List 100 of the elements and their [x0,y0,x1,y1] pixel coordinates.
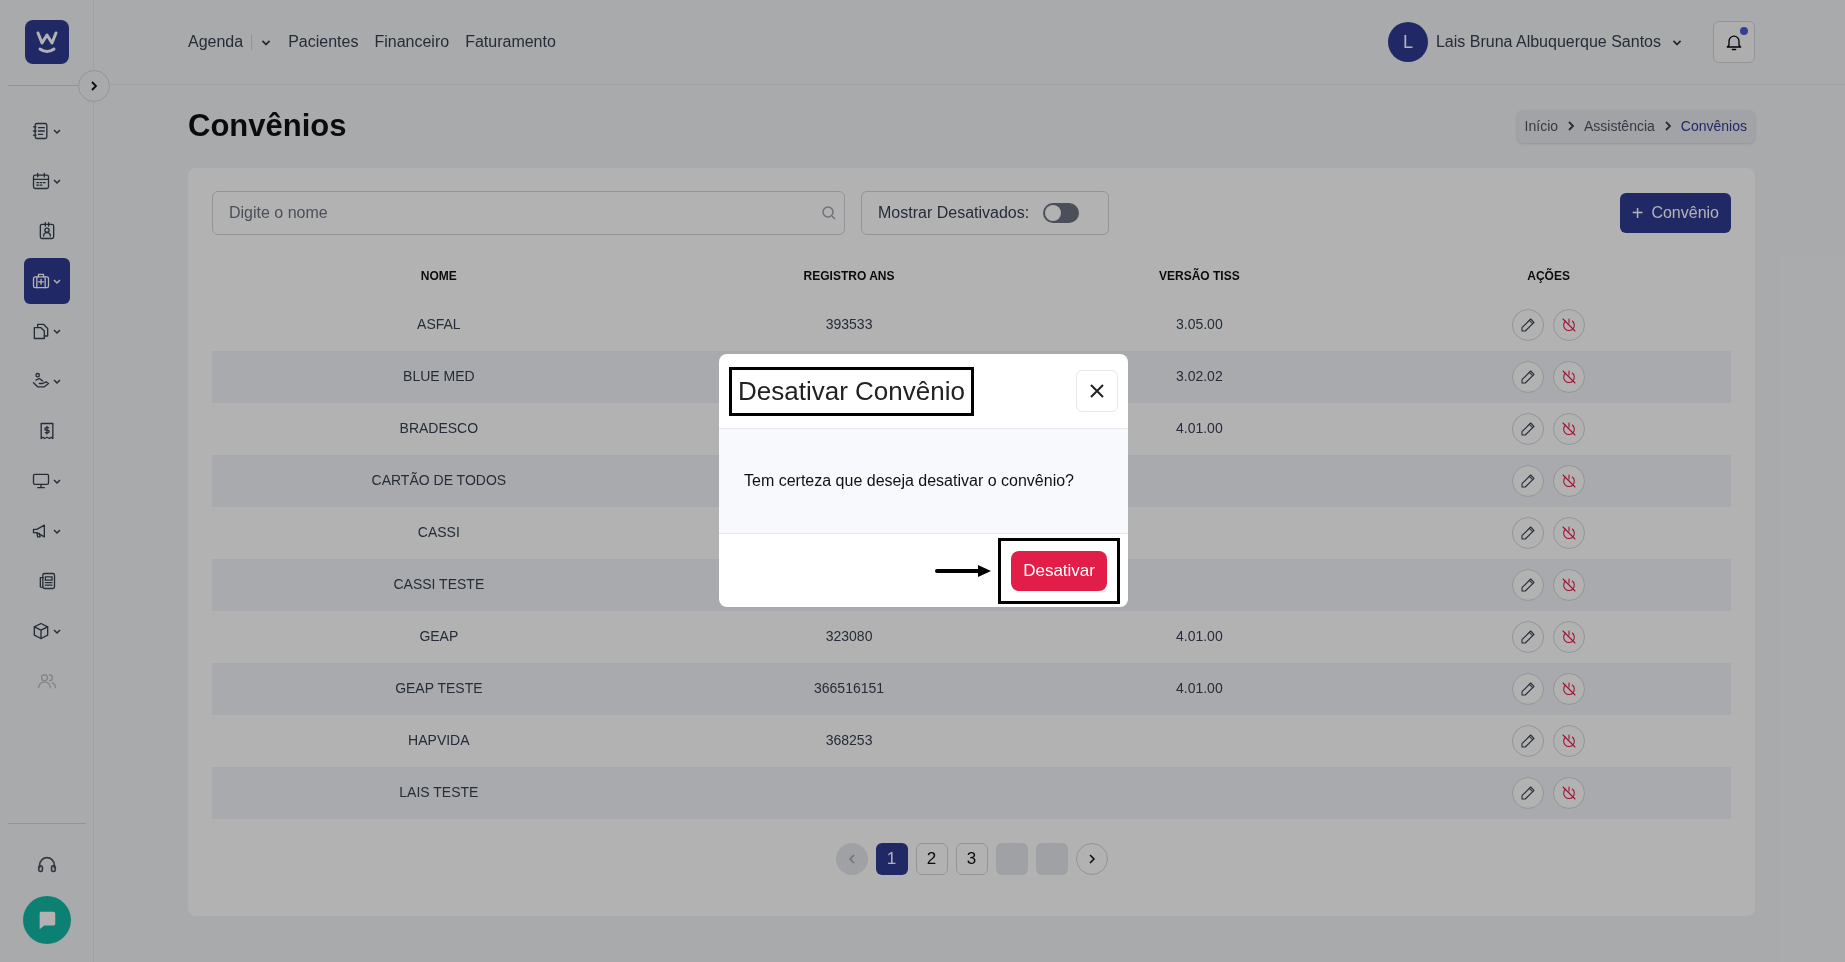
table-cell: CASSI [417,524,460,540]
column-header: REGISTRO ANS [803,268,895,283]
power-off-icon [1561,576,1578,593]
table-cell: 323080 [825,628,873,644]
edit-button[interactable] [1512,360,1545,393]
table-cell: CASSI TESTE [393,576,485,592]
page-title: Convênios [188,107,347,145]
deactivate-confirm-button[interactable]: Desativar [1011,550,1107,591]
column-header: VERSÃO TISS [1158,268,1240,283]
deactivate-button[interactable] [1553,360,1586,393]
chevron-right-icon [1086,853,1097,864]
nav-link[interactable]: Pacientes [288,30,359,54]
deactivate-button[interactable] [1553,672,1586,705]
breadcrumb-link[interactable]: Convênios [1680,115,1747,137]
notification-button[interactable] [1713,21,1755,63]
chevron-right-icon [88,80,100,92]
search-field[interactable]: Digite o nome [212,190,845,235]
user-menu[interactable]: Lais Bruna Albuquerque Santos [1435,30,1683,54]
power-off-icon [1561,732,1578,749]
close-icon [1089,383,1105,399]
page-button[interactable]: 2 [915,842,948,875]
table-cell: 3.05.00 [1175,316,1223,332]
table-cell: 3.02.02 [1175,368,1223,384]
pencil-icon [1520,784,1537,801]
chevron-icon [52,526,62,536]
user-avatar[interactable]: L [1387,22,1428,62]
edit-button[interactable] [1512,724,1545,757]
search-icon [821,204,837,221]
deactivate-button[interactable] [1553,724,1586,757]
chevron-icon [52,176,62,186]
power-off-icon [1561,680,1578,697]
table-cell: 368253 [825,732,873,748]
table-cell: BLUE MED [403,368,475,384]
table-cell: 366516151 [814,680,885,696]
chevron-icon [52,326,62,336]
chevron-left-icon [846,853,857,864]
table-cell: BRADESCO [399,420,479,436]
edit-button[interactable] [1512,672,1545,705]
edit-button[interactable] [1512,568,1545,601]
chevron-icon [52,626,62,636]
edit-button[interactable] [1512,464,1545,497]
table-cell: 4.01.00 [1175,680,1223,696]
modal-message: Tem certeza que deseja desativar o convênio? [744,471,1074,491]
breadcrumb-link[interactable]: Início [1524,115,1559,137]
page-button[interactable]: 3 [955,842,988,875]
table-cell: HAPVIDA [408,732,470,748]
chevron-icon [1566,121,1577,132]
power-off-icon [1561,784,1578,801]
pencil-icon [1520,524,1537,541]
power-off-icon [1561,524,1578,541]
table-cell: CARTÃO DE TODOS [371,472,507,488]
pencil-icon [1520,628,1537,645]
breadcrumb-link[interactable]: Assistência [1584,115,1655,137]
column-header: NOME [420,268,457,283]
pencil-icon [1520,420,1537,437]
table-cell: ASFAL [417,316,461,332]
edit-button[interactable] [1512,308,1545,341]
edit-button[interactable] [1512,412,1545,445]
power-off-icon [1561,420,1578,437]
power-off-icon [1561,628,1578,645]
sidebar-item[interactable] [23,258,70,304]
deactivate-button[interactable] [1553,776,1586,809]
chevron-icon [52,376,62,386]
pencil-icon [1520,732,1537,749]
add-button[interactable]: + Convênio [1619,192,1731,233]
chevron-icon [52,276,62,286]
deactivate-button[interactable] [1553,620,1586,653]
edit-button[interactable] [1512,620,1545,653]
power-off-icon [1561,368,1578,385]
deactivate-button[interactable] [1553,568,1586,601]
deactivate-button[interactable] [1553,464,1586,497]
pencil-icon [1520,368,1537,385]
deactivate-button[interactable] [1553,308,1586,341]
nav-link[interactable]: Agenda [188,30,244,54]
nav-link[interactable]: Faturamento [465,30,556,54]
table-cell: GEAP [419,628,459,644]
pencil-icon [1520,680,1537,697]
table-cell: 393533 [825,316,873,332]
chevron-icon [1662,121,1673,132]
close-button[interactable] [1076,370,1118,412]
table-cell: LAIS TESTE [399,784,479,800]
toggle-switch[interactable] [1043,202,1080,223]
app-logo[interactable] [24,20,69,64]
pencil-icon [1520,316,1537,333]
deactivate-button[interactable] [1553,516,1586,549]
table-cell: 4.01.00 [1175,420,1223,436]
edit-button[interactable] [1512,516,1545,549]
power-off-icon [1561,316,1578,333]
nav-link[interactable]: Financeiro [374,30,450,54]
modal-title: Desativar Convênio [729,366,974,416]
chevron-icon [52,476,62,486]
page-button[interactable]: 1 [875,842,908,875]
pencil-icon [1520,576,1537,593]
pencil-icon [1520,472,1537,489]
column-header: AÇÕES [1527,268,1570,283]
power-off-icon [1561,472,1578,489]
expand-button[interactable] [78,70,110,102]
table-cell: GEAP TESTE [395,680,483,696]
deactivate-button[interactable] [1553,412,1586,445]
edit-button[interactable] [1512,776,1545,809]
